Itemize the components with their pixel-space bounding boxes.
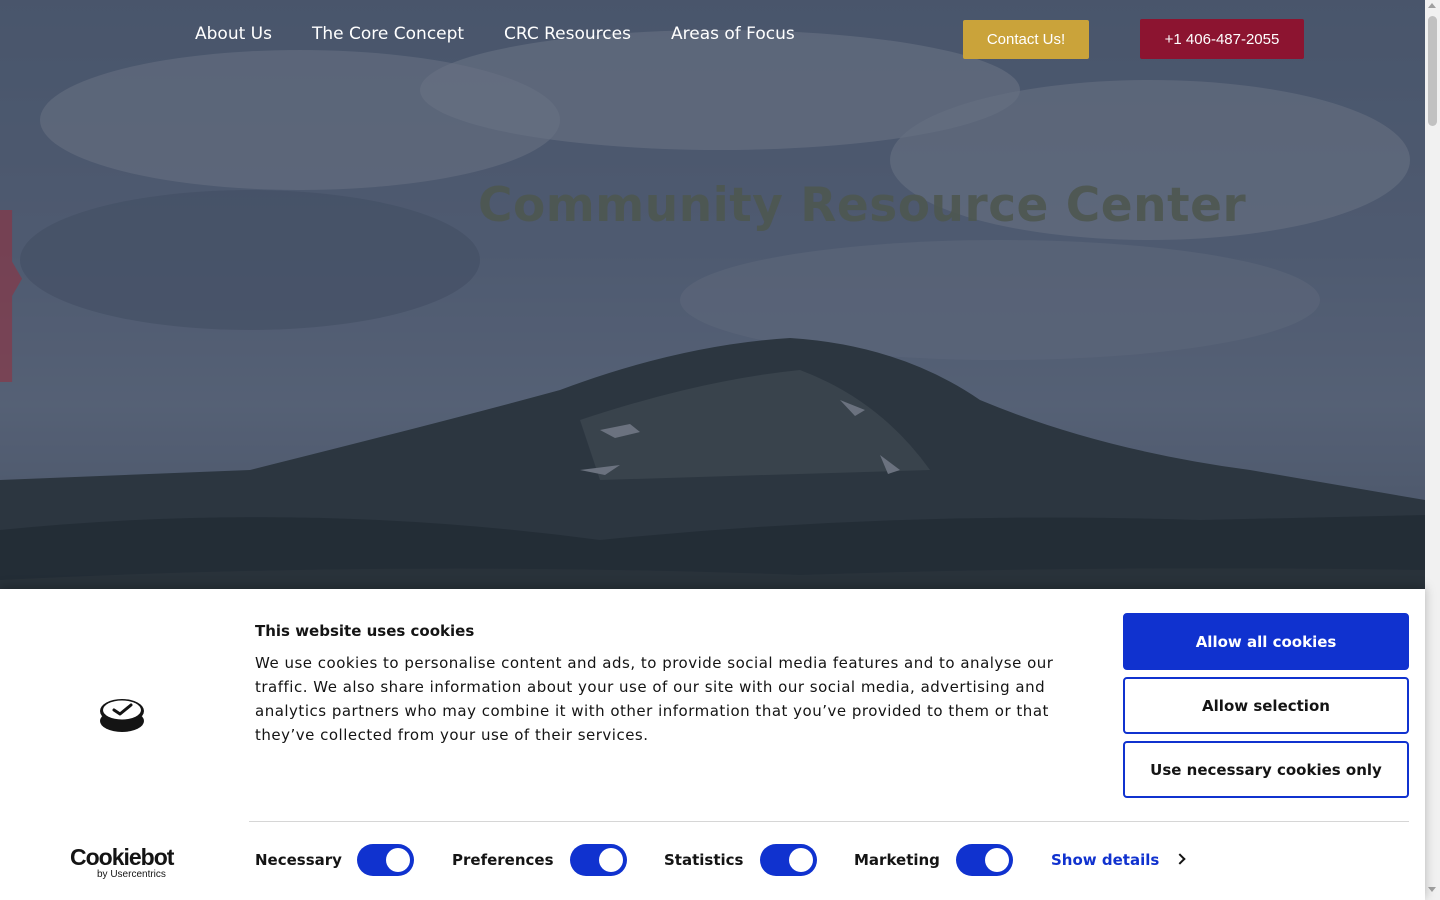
cookiebot-brand-byline: by Usercentrics <box>97 869 166 880</box>
show-details-link[interactable]: Show details <box>1051 851 1159 869</box>
cookiebot-brand-name: Cookiebot <box>70 844 174 870</box>
toggle-label-preferences: Preferences <box>452 851 554 869</box>
necessary-cookies-only-button[interactable]: Use necessary cookies only <box>1123 741 1409 798</box>
toggle-label-statistics: Statistics <box>664 851 744 869</box>
toggle-statistics[interactable] <box>760 844 817 876</box>
nav-core-concept[interactable]: The Core Concept <box>312 24 464 44</box>
page-scrollbar[interactable] <box>1425 0 1440 900</box>
toggle-knob <box>599 848 623 872</box>
toggle-necessary[interactable] <box>357 844 414 876</box>
toggle-label-marketing: Marketing <box>854 851 940 869</box>
cookie-banner: This website uses cookies We use cookies… <box>0 589 1425 900</box>
chevron-right-icon[interactable] <box>1174 853 1186 865</box>
cookie-banner-title: This website uses cookies <box>255 622 475 640</box>
scrollbar-thumb[interactable] <box>1428 16 1437 126</box>
allow-all-cookies-button[interactable]: Allow all cookies <box>1123 613 1409 670</box>
nav-areas-of-focus[interactable]: Areas of Focus <box>671 24 795 44</box>
contact-us-button[interactable]: Contact Us! <box>963 20 1089 59</box>
cookiebot-logo-icon <box>100 699 144 732</box>
phone-button[interactable]: +1 406-487-2055 <box>1140 19 1304 59</box>
toggle-knob <box>789 848 813 872</box>
allow-selection-button[interactable]: Allow selection <box>1123 677 1409 734</box>
nav-about-us[interactable]: About Us <box>195 24 272 44</box>
toggle-label-necessary: Necessary <box>255 851 342 869</box>
nav-crc-resources[interactable]: CRC Resources <box>504 24 631 44</box>
cookiebot-brand: Cookiebot by Usercentrics <box>70 845 180 881</box>
cookie-banner-text: We use cookies to personalise content an… <box>255 654 1054 744</box>
toggle-knob <box>985 848 1009 872</box>
main-navigation: About Us The Core Concept CRC Resources … <box>0 0 1425 80</box>
hero-title: Community Resource Center <box>478 178 1247 233</box>
scroll-up-icon[interactable] <box>1428 3 1436 8</box>
cookie-banner-divider <box>249 821 1409 822</box>
toggle-knob <box>386 848 410 872</box>
toggle-preferences[interactable] <box>570 844 627 876</box>
scroll-down-icon[interactable] <box>1428 887 1436 892</box>
toggle-marketing[interactable] <box>956 844 1013 876</box>
